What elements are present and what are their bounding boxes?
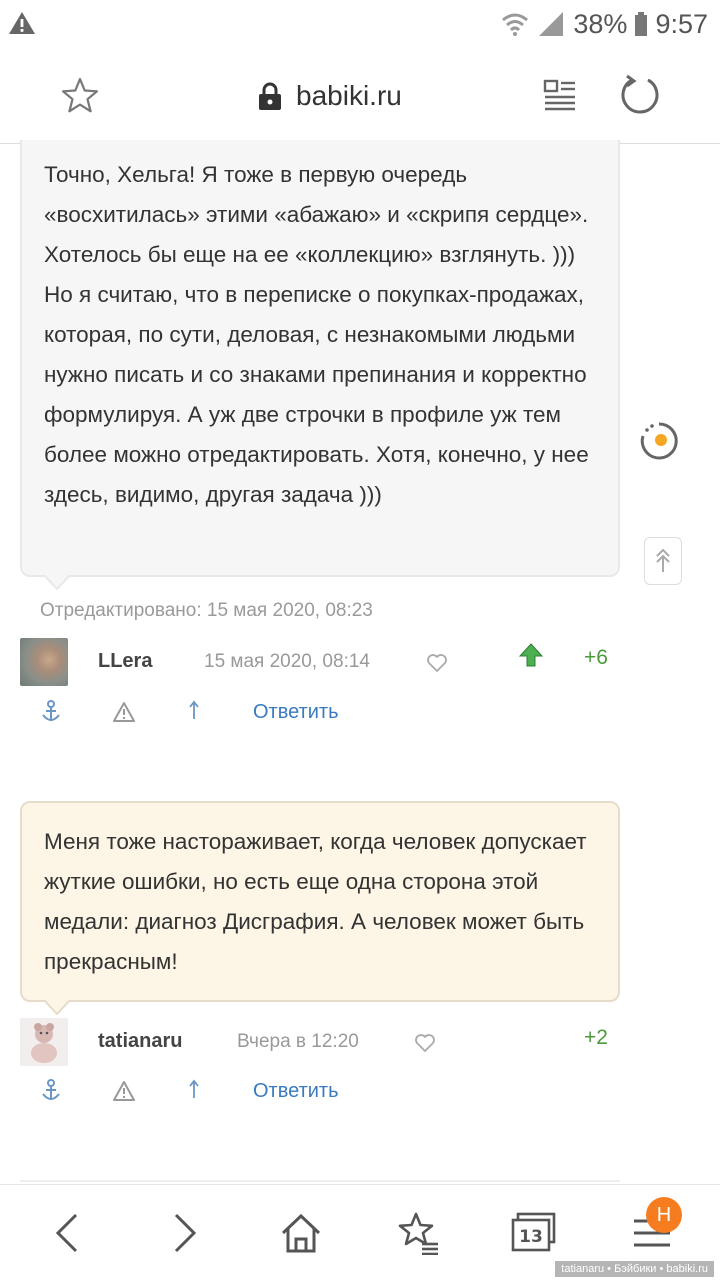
- edited-note: Отредактировано: 15 мая 2020, 08:23: [40, 600, 373, 621]
- reader-mode-icon[interactable]: [543, 78, 577, 112]
- bubble-tail: [44, 575, 70, 590]
- forward-icon[interactable]: [162, 1211, 206, 1255]
- heart-icon[interactable]: [414, 1032, 436, 1054]
- tabs-count: 13: [519, 1227, 543, 1247]
- comment-score: +6: [584, 646, 608, 669]
- cell-signal-icon: [539, 12, 564, 36]
- heart-icon[interactable]: [426, 652, 448, 674]
- bubble-tail: [44, 1000, 70, 1015]
- watermark: tatianaru • Бэйбики • babiki.ru: [555, 1261, 714, 1277]
- loading-spinner-icon[interactable]: [638, 420, 680, 462]
- double-arrow-up-icon: [656, 548, 670, 572]
- comment-date: Вчера в 12:20: [237, 1031, 359, 1052]
- tabs-icon: 13: [511, 1212, 556, 1252]
- battery-icon: [635, 12, 648, 36]
- bottom-navigation: 13 H tatianaru • Бэйбики • babiki.ru: [0, 1184, 720, 1280]
- arrow-up-icon[interactable]: [183, 1078, 205, 1104]
- arrow-up-icon[interactable]: [183, 699, 205, 725]
- lock-icon: [259, 82, 281, 110]
- bookmarks-icon[interactable]: [396, 1211, 440, 1255]
- doll-avatar-image: [31, 1023, 57, 1063]
- status-bar: 38% 9:57: [0, 0, 720, 48]
- comment-text: Точно, Хельга! Я тоже в первую очередь «…: [44, 162, 589, 507]
- url-text: babiki.ru: [296, 80, 402, 111]
- comment-date: 15 мая 2020, 08:14: [204, 651, 370, 672]
- battery-percent: 38%: [573, 8, 628, 39]
- vote-up-icon[interactable]: [518, 642, 544, 668]
- author-name[interactable]: LLera: [98, 650, 152, 673]
- address-bar[interactable]: babiki.ru: [258, 76, 402, 116]
- warning-triangle-icon: [9, 12, 35, 34]
- report-warning-icon[interactable]: [112, 699, 136, 725]
- comment-meta: tatianaru Вчера в 12:20 +2: [20, 1018, 620, 1068]
- back-icon[interactable]: [46, 1211, 90, 1255]
- comment-actions: Ответить: [40, 699, 360, 729]
- comment-text: Меня тоже настораживает, когда человек д…: [44, 829, 587, 974]
- star-icon[interactable]: [60, 76, 100, 116]
- avatar[interactable]: [20, 638, 68, 686]
- tabs-button[interactable]: 13: [510, 1211, 558, 1255]
- anchor-icon[interactable]: [40, 699, 62, 725]
- avatar[interactable]: [20, 1018, 68, 1066]
- anchor-icon[interactable]: [40, 1078, 62, 1104]
- comment-bubble: Меня тоже настораживает, когда человек д…: [20, 801, 620, 1015]
- comment-bubble: Точно, Хельга! Я тоже в первую очередь «…: [20, 140, 620, 590]
- reload-icon[interactable]: [618, 74, 662, 118]
- comment-actions: Ответить: [40, 1078, 360, 1108]
- status-right: 38% 9:57: [501, 6, 708, 42]
- home-icon[interactable]: [279, 1211, 323, 1255]
- author-name[interactable]: tatianaru: [98, 1030, 182, 1053]
- comment-score: +2: [584, 1026, 608, 1049]
- comment-meta: LLera 15 мая 2020, 08:14 +6: [20, 638, 620, 688]
- clock: 9:57: [655, 8, 708, 39]
- browser-toolbar: babiki.ru: [0, 48, 720, 144]
- reply-link[interactable]: Ответить: [253, 701, 339, 724]
- reply-link[interactable]: Ответить: [253, 1080, 339, 1103]
- notification-badge[interactable]: H: [646, 1197, 682, 1233]
- scroll-to-top-button[interactable]: [644, 537, 682, 585]
- report-warning-icon[interactable]: [112, 1078, 136, 1104]
- wifi-question-icon: [502, 13, 529, 36]
